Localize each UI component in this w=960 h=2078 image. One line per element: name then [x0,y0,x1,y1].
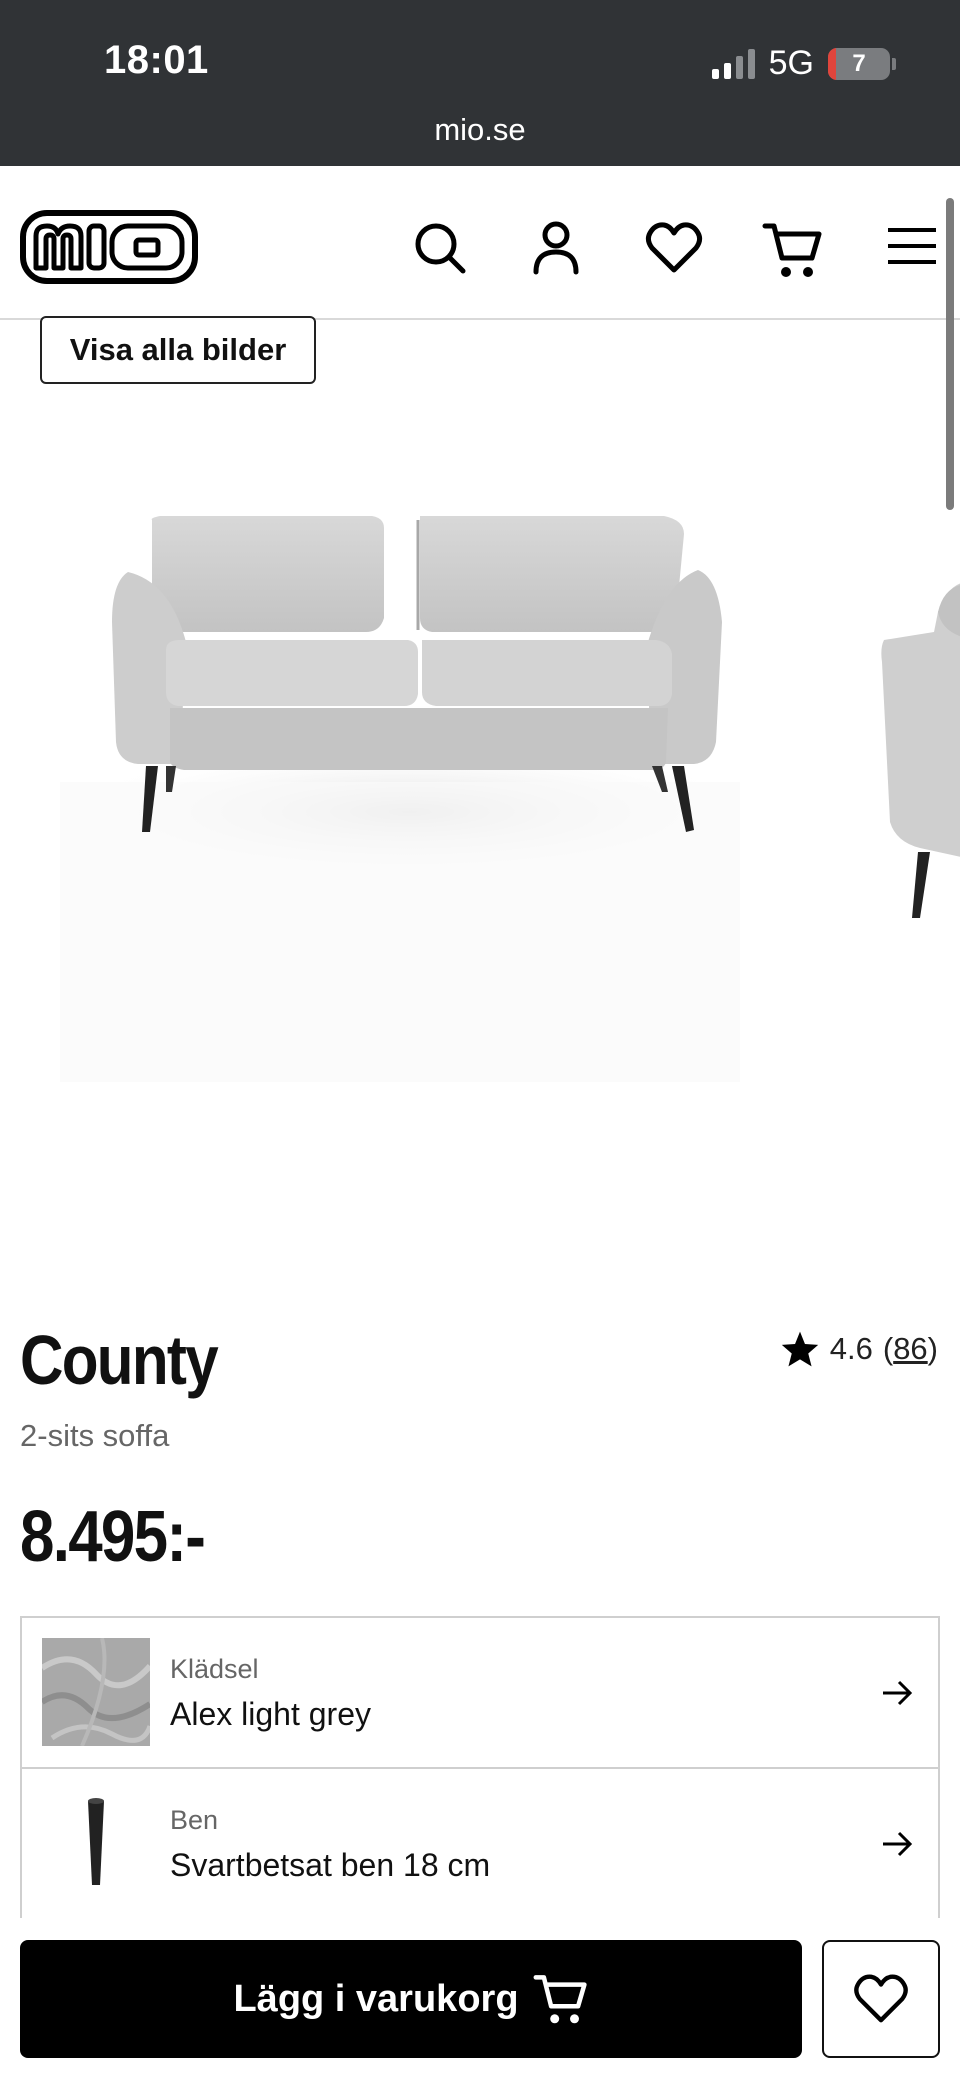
option-label: Ben [170,1805,219,1835]
address-bar-url[interactable]: mio.se [0,112,960,148]
product-subtitle: 2-sits soffa [20,1418,170,1453]
product-options: Klädsel Alex light grey Ben Svartbetsat … [20,1616,940,1920]
furniture-leg-icon [42,1789,150,1897]
show-all-images-button[interactable]: Visa alla bilder [40,316,316,384]
option-value: Alex light grey [170,1696,371,1732]
network-type: 5G [768,44,814,82]
arrow-right-icon [880,1827,914,1866]
cart-icon[interactable] [762,220,824,285]
rating-value: 4.6 [829,1331,873,1366]
mio-logo[interactable] [20,210,198,289]
option-value: Svartbetsat ben 18 cm [170,1847,491,1883]
option-legs[interactable]: Ben Svartbetsat ben 18 cm [22,1769,938,1920]
site-header [0,166,960,320]
add-to-cart-label: Lägg i varukorg [233,1977,519,2020]
product-rating[interactable]: 4.6 (86) [780,1330,938,1368]
star-icon [781,1331,818,1367]
product-title: County [20,1321,219,1399]
product-price: 8.495:- [20,1497,206,1577]
status-time: 18:01 [104,38,209,82]
heart-icon[interactable] [644,220,704,281]
battery-level: 7 [852,49,866,77]
sofa-image [50,516,960,1082]
add-to-cart-button[interactable]: Lägg i varukorg [20,1940,802,2058]
heart-icon [854,1974,908,2023]
menu-icon[interactable] [886,226,938,273]
arrow-right-icon [880,1676,914,1715]
product-image-gallery[interactable] [0,322,960,1282]
add-to-wishlist-button[interactable] [822,1940,940,2058]
cart-icon [533,1975,587,2024]
option-label: Klädsel [170,1654,259,1684]
signal-icon [711,48,755,79]
status-indicators: 5G 7 [711,44,896,83]
account-icon[interactable] [530,220,582,281]
page-scrollbar[interactable] [946,198,954,510]
rating-count[interactable]: (86) [883,1331,938,1367]
search-icon[interactable] [412,220,468,281]
fabric-swatch-icon [40,1637,153,1747]
status-bar: 18:01 5G 7 mio.se [0,0,960,166]
option-upholstery[interactable]: Klädsel Alex light grey [22,1618,938,1769]
battery-icon: 7 [828,47,890,80]
bottom-action-bar: Lägg i varukorg [0,1918,960,2078]
